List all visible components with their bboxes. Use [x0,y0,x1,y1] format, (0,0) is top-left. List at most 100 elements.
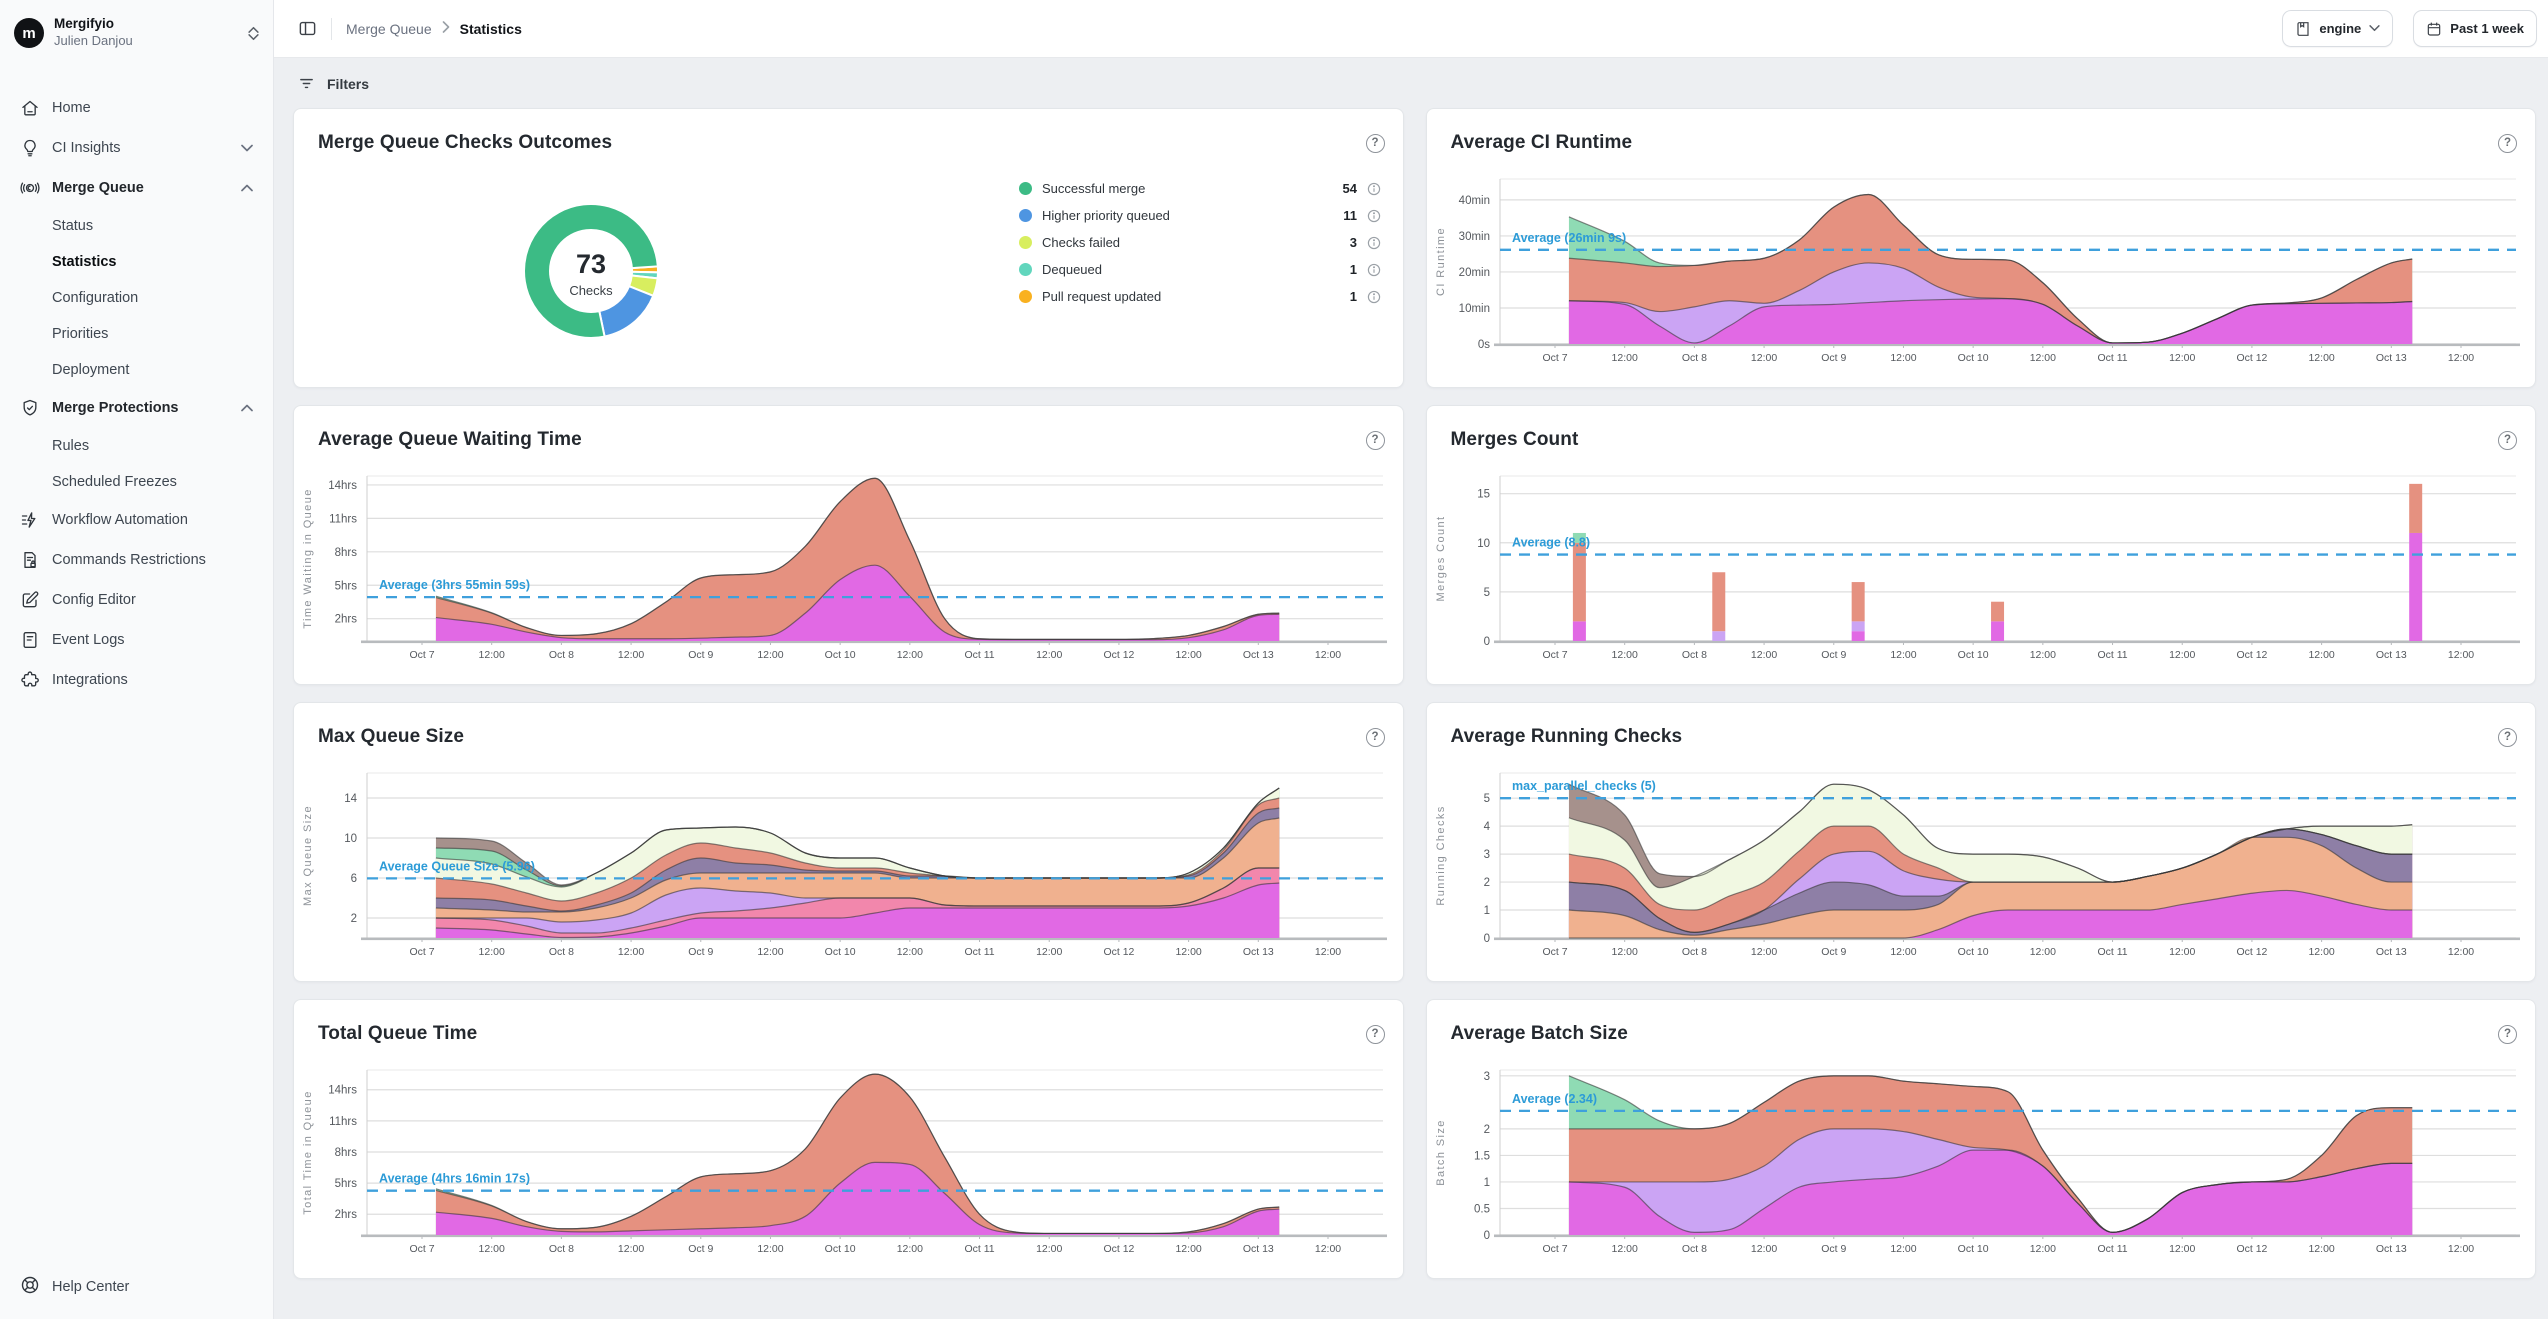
svg-text:Oct 10: Oct 10 [1957,352,1988,364]
doc-lock-icon [20,550,40,570]
card-total-queue-time: Total Queue Time ? 2hrs5hrs8hrs11hrs14hr… [293,999,1404,1279]
help-icon[interactable]: ? [1366,134,1385,153]
sidebar-item-scheduled-freezes[interactable]: Scheduled Freezes [0,464,263,500]
info-icon[interactable] [1367,209,1381,223]
area-chart[interactable]: 0s10min20min30min40minOct 712:00Oct 812:… [1427,159,2536,384]
sidebar-item-ci-insights[interactable]: CI Insights [0,128,263,168]
legend-row-successful-merge[interactable]: Successful merge54 [1019,175,1381,202]
svg-text:12:00: 12:00 [2029,352,2055,364]
svg-text:11hrs: 11hrs [329,513,357,525]
org-switcher-chevrons-icon[interactable] [248,26,259,41]
svg-text:Oct 9: Oct 9 [1821,946,1846,958]
info-icon[interactable] [1367,263,1381,277]
bar-chart[interactable]: 051015Oct 712:00Oct 812:00Oct 912:00Oct … [1427,456,2536,681]
svg-text:Oct 7: Oct 7 [409,1243,434,1255]
svg-text:8hrs: 8hrs [335,547,358,559]
legend-row-pull-request-updated[interactable]: Pull request updated1 [1019,283,1381,310]
info-icon[interactable] [1367,290,1381,304]
legend-color-dot [1019,236,1032,249]
sidebar-item-label: Integrations [52,672,128,688]
sidebar-item-merge-queue[interactable]: Merge Queue [0,168,263,208]
date-range-button[interactable]: Past 1 week [2413,10,2537,47]
legend-color-dot [1019,263,1032,276]
help-icon[interactable]: ? [1366,1025,1385,1044]
sidebar-item-workflow-automation[interactable]: Workflow Automation [0,500,263,540]
sidebar-item-label: Event Logs [52,632,125,648]
sidebar-item-configuration[interactable]: Configuration [0,280,263,316]
help-icon[interactable]: ? [2498,1025,2517,1044]
svg-text:14hrs: 14hrs [328,480,357,492]
legend-row-dequeued[interactable]: Dequeued1 [1019,256,1381,283]
svg-text:12:00: 12:00 [618,1243,644,1255]
sidebar-item-status[interactable]: Status [0,208,263,244]
repo-select-button[interactable]: engine [2282,10,2393,47]
chart-title: Average CI Runtime [1451,132,1633,154]
area-chart[interactable]: 012345Oct 712:00Oct 812:00Oct 912:00Oct … [1427,753,2536,978]
chevron-up-icon [241,180,253,196]
help-icon[interactable]: ? [2498,728,2517,747]
area-chart[interactable]: 2hrs5hrs8hrs11hrs14hrsOct 712:00Oct 812:… [294,1050,1403,1275]
svg-text:0: 0 [1483,933,1489,945]
svg-text:2: 2 [1483,1124,1489,1136]
sidebar-item-merge-protections[interactable]: Merge Protections [0,388,263,428]
filters-icon[interactable] [298,75,315,92]
help-icon[interactable]: ? [2498,134,2517,153]
svg-text:10min: 10min [1458,303,1489,315]
legend-row-checks-failed[interactable]: Checks failed3 [1019,229,1381,256]
svg-text:12:00: 12:00 [897,649,923,661]
sidebar-item-label: Merge Queue [52,180,144,196]
sidebar-item-integrations[interactable]: Integrations [0,660,263,700]
sidebar-item-config-editor[interactable]: Config Editor [0,580,263,620]
org-switcher[interactable]: m Mergifyio Julien Danjou [0,0,273,66]
svg-text:12:00: 12:00 [757,649,783,661]
breadcrumb-merge-queue[interactable]: Merge Queue [346,21,432,37]
sidebar-item-statistics[interactable]: Statistics [0,244,263,280]
card-average-running-checks: Average Running Checks ? 012345Oct 712:0… [1426,702,2537,982]
help-icon[interactable]: ? [1366,431,1385,450]
calendar-icon [2426,21,2442,37]
svg-text:Oct 13: Oct 13 [2375,1243,2406,1255]
svg-text:12:00: 12:00 [1175,1243,1201,1255]
svg-text:12:00: 12:00 [757,946,783,958]
info-icon[interactable] [1367,236,1381,250]
svg-text:12:00: 12:00 [1611,352,1637,364]
sidebar-item-event-logs[interactable]: Event Logs [0,620,263,660]
help-icon[interactable]: ? [1366,728,1385,747]
sidebar-item-deployment[interactable]: Deployment [0,352,263,388]
breadcrumb: Merge Queue Statistics [346,21,522,37]
chart-title: Merges Count [1451,429,1579,451]
sidebar-item-label: Config Editor [52,592,136,608]
filters-label[interactable]: Filters [327,76,369,92]
sidebar-item-commands-restrictions[interactable]: Commands Restrictions [0,540,263,580]
svg-text:0.5: 0.5 [1474,1203,1490,1215]
info-icon[interactable] [1367,182,1381,196]
sidebar-item-priorities[interactable]: Priorities [0,316,263,352]
sidebar-toggle-icon[interactable] [298,19,317,38]
area-chart[interactable]: 2hrs5hrs8hrs11hrs14hrsOct 712:00Oct 812:… [294,456,1403,681]
svg-text:12:00: 12:00 [2169,946,2195,958]
sidebar-item-label: CI Insights [52,140,121,156]
sidebar-item-rules[interactable]: Rules [0,428,263,464]
svg-text:12:00: 12:00 [1750,352,1776,364]
help-icon[interactable]: ? [2498,431,2517,450]
repo-select-label: engine [2319,21,2361,36]
content: Merge Queue Checks Outcomes ? 73ChecksSu… [274,92,2548,1319]
sidebar-item-home[interactable]: Home [0,88,263,128]
svg-text:Total Time in Queue: Total Time in Queue [302,1090,314,1214]
svg-text:12:00: 12:00 [2308,649,2334,661]
svg-text:12:00: 12:00 [2308,352,2334,364]
area-chart[interactable]: 00.511.523Oct 712:00Oct 812:00Oct 912:00… [1427,1050,2536,1275]
svg-text:Oct 8: Oct 8 [1681,946,1706,958]
svg-text:10: 10 [344,833,357,845]
help-center-link[interactable]: Help Center [20,1275,129,1299]
svg-text:Oct 11: Oct 11 [964,946,994,958]
donut-chart[interactable]: 73ChecksSuccessful merge54Higher priorit… [294,159,1403,384]
app-root: m Mergifyio Julien Danjou Home CI Insight… [0,0,2548,1319]
pencil-square-icon [20,590,40,610]
svg-text:Oct 10: Oct 10 [1957,946,1988,958]
sidebar-item-label: Status [52,218,93,234]
area-chart[interactable]: 261014Oct 712:00Oct 812:00Oct 912:00Oct … [294,753,1403,978]
svg-text:Oct 13: Oct 13 [2375,649,2406,661]
svg-text:Average Queue Size (5.96): Average Queue Size (5.96) [379,859,535,873]
legend-row-higher-priority-queued[interactable]: Higher priority queued11 [1019,202,1381,229]
